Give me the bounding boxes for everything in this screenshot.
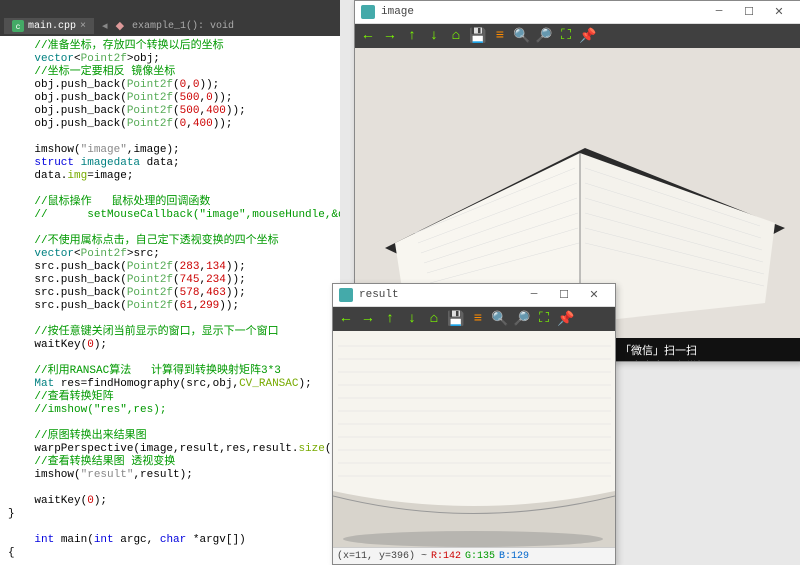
status-g: G:135 (465, 551, 495, 562)
window-title: result (359, 289, 399, 301)
save-icon[interactable]: 💾 (447, 310, 465, 328)
app-icon (339, 288, 353, 302)
minimize-button[interactable]: ─ (519, 285, 549, 305)
arrow-down-icon[interactable]: ↓ (425, 27, 443, 45)
window-result-titlebar[interactable]: result ─ ☐ ✕ (333, 284, 615, 307)
status-coords: (x=11, y=396) ~ (337, 551, 427, 562)
window-result-statusbar: (x=11, y=396) ~ R:142 G:135 B:129 (333, 547, 615, 564)
home-icon[interactable]: ⌂ (425, 310, 443, 328)
zoom-in-icon[interactable]: 🔍 (491, 310, 509, 328)
zoom-fit-icon[interactable]: ⛶ (535, 310, 553, 328)
tab-main-cpp[interactable]: c main.cpp × (4, 18, 94, 34)
zoom-out-icon[interactable]: 🔎 (513, 310, 531, 328)
window-image-titlebar[interactable]: image ─ ☐ ✕ (355, 1, 800, 24)
maximize-button[interactable]: ☐ (734, 2, 764, 22)
window-image-toolbar: ←→↑↓⌂💾≡🔍🔎⛶📌 (355, 24, 800, 48)
code-editor[interactable]: //准备坐标，存放四个转换以后的坐标 vector<Point2f>obj; /… (0, 36, 340, 565)
function-icon: ◆ (116, 19, 124, 33)
promo-line2: 更多内容尽在掌握 (620, 360, 790, 361)
close-button[interactable]: ✕ (579, 285, 609, 305)
maximize-button[interactable]: ☐ (549, 285, 579, 305)
close-button[interactable]: ✕ (764, 2, 794, 22)
pin-icon[interactable]: 📌 (579, 27, 597, 45)
svg-text:c: c (16, 23, 21, 32)
cpp-icon: c (12, 20, 24, 32)
status-r: R:142 (431, 551, 461, 562)
arrow-up-icon[interactable]: ↑ (403, 27, 421, 45)
zoom-in-icon[interactable]: 🔍 (513, 27, 531, 45)
zoom-fit-icon[interactable]: ⛶ (557, 27, 575, 45)
ide-titlebar (0, 0, 340, 16)
arrow-left-icon[interactable]: ← (337, 310, 355, 328)
result-image (333, 331, 615, 547)
save-icon[interactable]: 💾 (469, 27, 487, 45)
window-result-content[interactable] (333, 331, 615, 547)
tab-close-icon[interactable]: × (80, 21, 86, 32)
chevron-left-icon[interactable]: ◂ (102, 19, 108, 33)
properties-icon[interactable]: ≡ (469, 310, 487, 328)
arrow-down-icon[interactable]: ↓ (403, 310, 421, 328)
minimize-button[interactable]: ─ (704, 2, 734, 22)
window-result-toolbar: ←→↑↓⌂💾≡🔍🔎⛶📌 (333, 307, 615, 331)
app-icon (361, 5, 375, 19)
promo-line1: 「微信」扫一扫 (620, 344, 790, 360)
home-icon[interactable]: ⌂ (447, 27, 465, 45)
arrow-up-icon[interactable]: ↑ (381, 310, 399, 328)
symbol-dropdown[interactable]: example_1(): void (132, 21, 234, 32)
tab-label: main.cpp (28, 21, 76, 32)
window-title: image (381, 6, 414, 18)
properties-icon[interactable]: ≡ (491, 27, 509, 45)
window-result: result ─ ☐ ✕ ←→↑↓⌂💾≡🔍🔎⛶📌 (x=11, y=396) ~… (332, 283, 616, 565)
arrow-right-icon[interactable]: → (381, 27, 399, 45)
status-b: B:129 (499, 551, 529, 562)
promo-overlay: 「微信」扫一扫 更多内容尽在掌握 (610, 338, 800, 361)
arrow-right-icon[interactable]: → (359, 310, 377, 328)
zoom-out-icon[interactable]: 🔎 (535, 27, 553, 45)
ide-pane: c main.cpp × ◂ ◆ example_1(): void //准备坐… (0, 0, 340, 565)
ide-tabbar: c main.cpp × ◂ ◆ example_1(): void (0, 16, 340, 36)
pin-icon[interactable]: 📌 (557, 310, 575, 328)
arrow-left-icon[interactable]: ← (359, 27, 377, 45)
